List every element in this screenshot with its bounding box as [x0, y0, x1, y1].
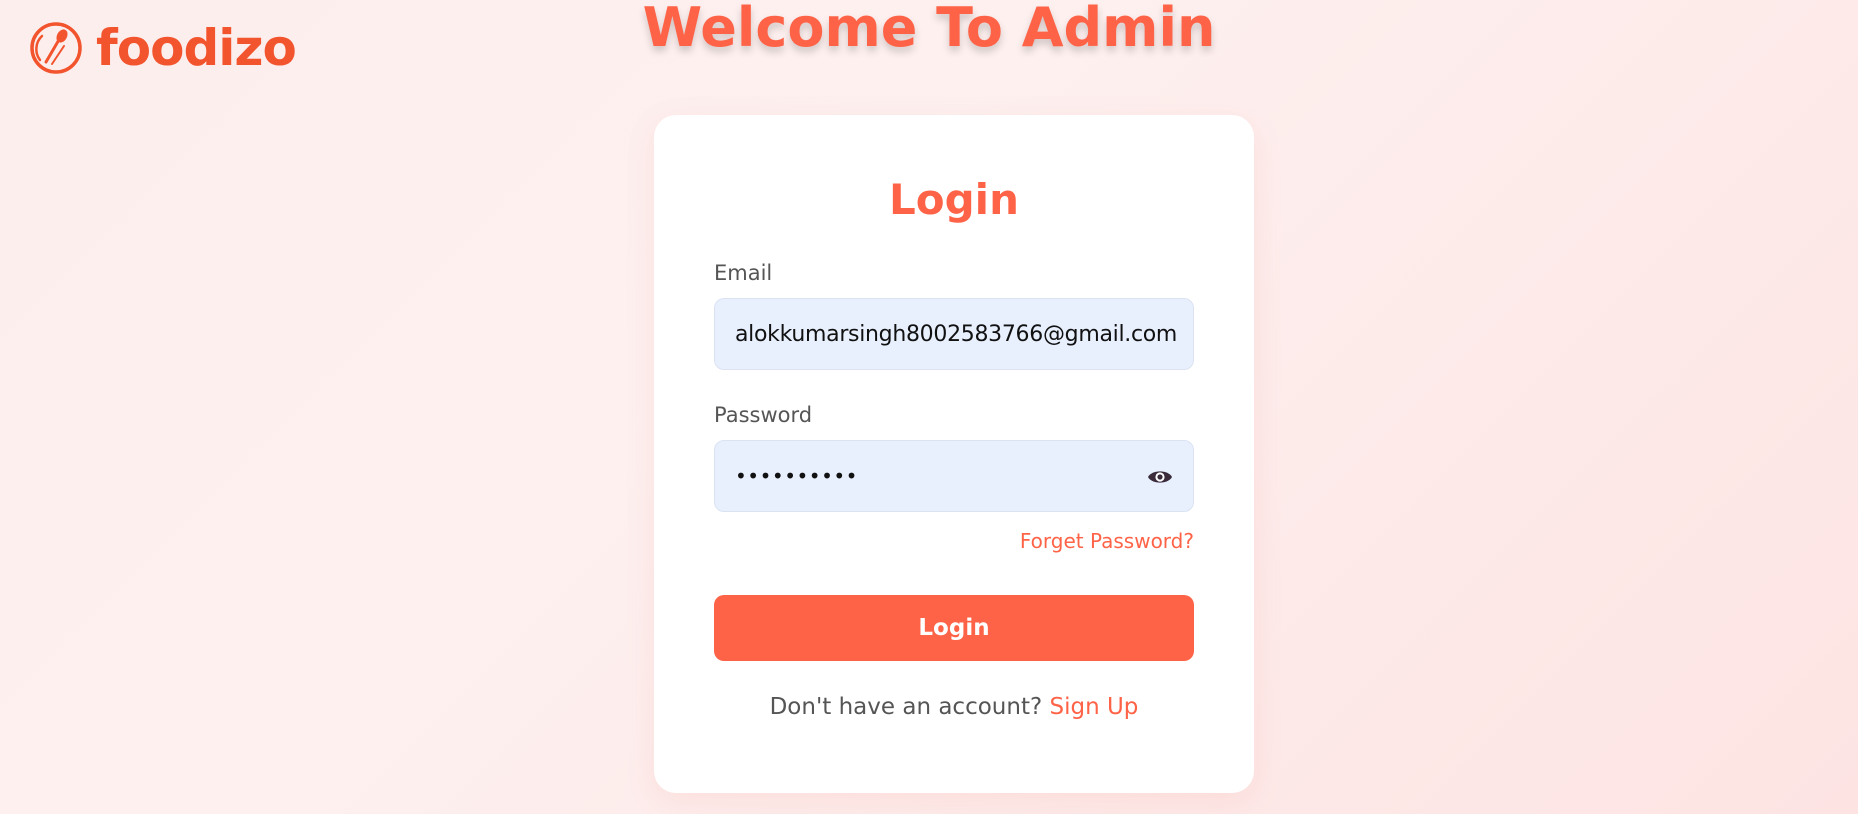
- login-button[interactable]: Login: [714, 595, 1194, 661]
- login-card: Login Email alokkumarsingh8002583766@gma…: [654, 115, 1254, 793]
- email-value: alokkumarsingh8002583766@gmail.com: [735, 321, 1178, 347]
- page-title: Welcome To Admin: [642, 0, 1216, 59]
- signup-row: Don't have an account? Sign Up: [714, 694, 1194, 720]
- signup-link[interactable]: Sign Up: [1049, 694, 1138, 720]
- forget-row: Forget Password?: [714, 529, 1194, 553]
- email-label: Email: [714, 261, 773, 285]
- eye-icon[interactable]: [1147, 468, 1173, 486]
- password-field[interactable]: ••••••••••: [714, 440, 1194, 512]
- signup-prompt: Don't have an account?: [769, 694, 1043, 720]
- email-field[interactable]: alokkumarsingh8002583766@gmail.com: [714, 298, 1194, 370]
- password-value: ••••••••••: [735, 464, 858, 488]
- forget-password-link[interactable]: Forget Password?: [1020, 529, 1194, 553]
- password-label: Password: [714, 403, 813, 427]
- login-title: Login: [889, 175, 1019, 224]
